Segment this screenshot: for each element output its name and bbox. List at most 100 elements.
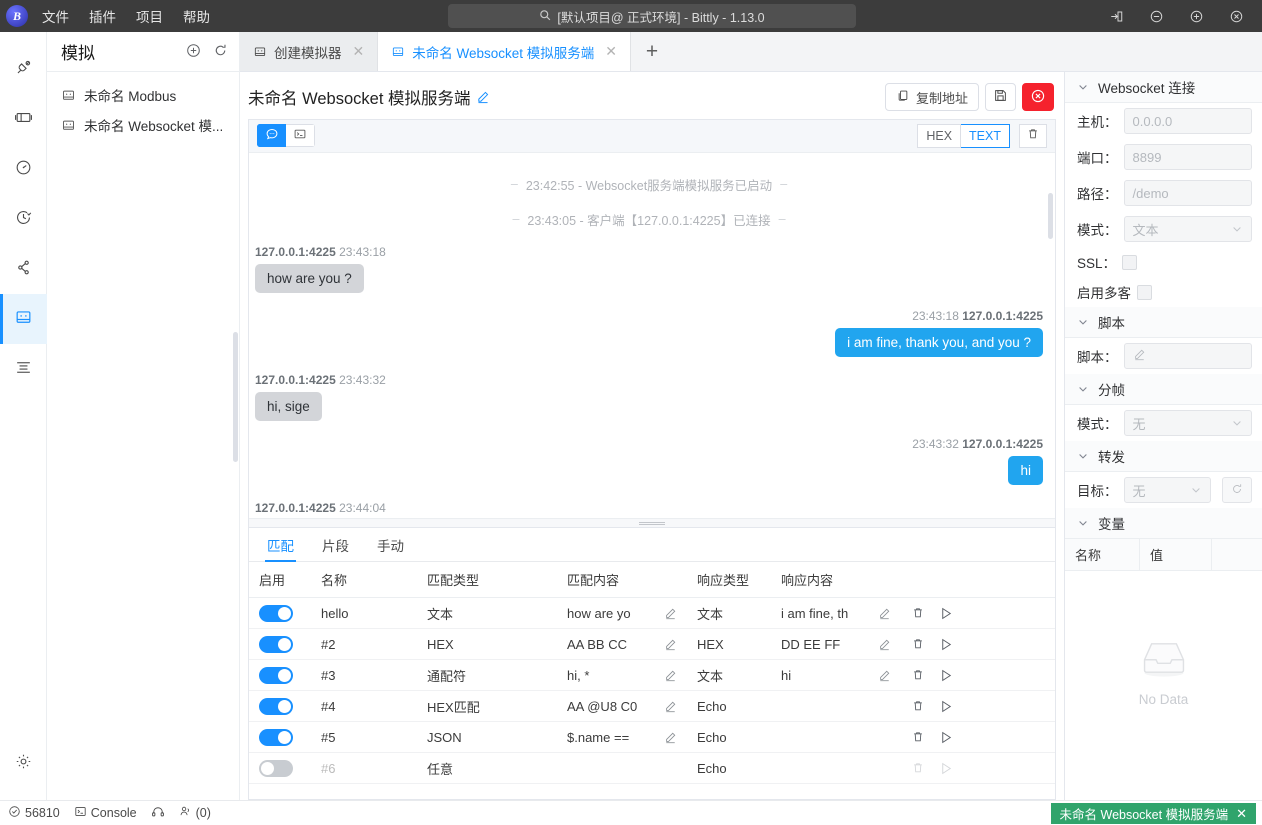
message-bubble[interactable]: how are you ? (255, 264, 364, 293)
cell-response-type[interactable]: 文本 (687, 598, 771, 629)
send-row-icon[interactable] (939, 606, 954, 621)
status-console[interactable]: Console (74, 805, 137, 821)
cell-match-content[interactable]: AA @U8 C0 (557, 691, 687, 722)
tab-create-simulator[interactable]: 创建模拟器 ✕ (240, 32, 378, 71)
table-row[interactable]: #5 JSON $.name == (249, 722, 1055, 753)
enable-toggle[interactable] (259, 760, 293, 777)
cell-response-content[interactable]: i am fine, th (771, 598, 901, 629)
status-online-users[interactable]: (0) (179, 805, 211, 821)
format-text-button[interactable]: TEXT (961, 124, 1010, 148)
cell-match-type[interactable]: 文本 (417, 598, 557, 629)
cell-name[interactable]: hello (311, 598, 417, 629)
cell-match-type[interactable]: 通配符 (417, 660, 557, 691)
mode-select[interactable]: 文本 (1124, 216, 1253, 242)
add-simulator-button[interactable] (185, 42, 202, 62)
panel-splitter[interactable] (249, 518, 1055, 527)
delete-row-icon[interactable] (911, 730, 925, 744)
rail-item-settings[interactable] (0, 738, 47, 788)
console-view-button[interactable] (286, 124, 315, 147)
section-framing[interactable]: 分帧 (1065, 374, 1262, 405)
message-bubble[interactable]: hi, sige (255, 392, 322, 421)
menu-project[interactable]: 项目 (136, 6, 163, 26)
enable-toggle[interactable] (259, 667, 293, 684)
cell-response-type[interactable]: HEX (687, 629, 771, 660)
cell-response-type[interactable]: Echo (687, 753, 771, 784)
cell-response-content[interactable] (771, 753, 901, 784)
enable-toggle[interactable] (259, 698, 293, 715)
tab-match[interactable]: 匹配 (253, 528, 308, 561)
framing-mode-select[interactable]: 无 (1124, 410, 1253, 436)
stop-server-button[interactable] (1022, 83, 1054, 111)
pencil-icon[interactable] (664, 731, 677, 744)
cell-match-content[interactable]: how are yo (557, 598, 687, 629)
messages-view-button[interactable] (257, 124, 286, 147)
status-pid[interactable]: 56810 (8, 805, 60, 821)
format-hex-button[interactable]: HEX (917, 124, 961, 148)
rail-item-flow[interactable] (0, 244, 47, 294)
pin-window-icon[interactable] (1096, 0, 1136, 32)
cell-match-content[interactable] (557, 753, 687, 784)
section-websocket-connection[interactable]: Websocket 连接 (1065, 72, 1262, 103)
enable-toggle[interactable] (259, 636, 293, 653)
pencil-icon[interactable] (664, 638, 677, 651)
pencil-icon[interactable] (664, 669, 677, 682)
pencil-icon[interactable] (878, 638, 891, 651)
menu-help[interactable]: 帮助 (183, 6, 210, 26)
close-icon[interactable]: ✕ (353, 43, 365, 60)
cell-name[interactable]: #5 (311, 722, 417, 753)
delete-row-icon[interactable] (911, 606, 925, 620)
close-icon[interactable] (1216, 0, 1256, 32)
cell-response-content[interactable]: DD EE FF (771, 629, 901, 660)
cell-response-type[interactable]: Echo (687, 722, 771, 753)
forward-target-select[interactable]: 无 (1124, 477, 1212, 503)
clear-messages-button[interactable] (1019, 124, 1047, 148)
rail-item-monitor[interactable] (0, 144, 47, 194)
cell-match-content[interactable]: hi, * (557, 660, 687, 691)
section-forward[interactable]: 转发 (1065, 441, 1262, 472)
enable-toggle[interactable] (259, 729, 293, 746)
close-icon[interactable]: ✕ (1236, 806, 1247, 822)
cell-response-type[interactable]: 文本 (687, 660, 771, 691)
rail-item-panel[interactable] (0, 94, 47, 144)
copy-address-button[interactable]: 复制地址 (885, 83, 979, 111)
table-row[interactable]: #6 任意 Echo (249, 753, 1055, 784)
message-bubble[interactable]: hi (1008, 456, 1043, 485)
table-row[interactable]: #4 HEX匹配 AA @U8 C0 (249, 691, 1055, 722)
tab-websocket-simulator[interactable]: 未命名 Websocket 模拟服务端 ✕ (378, 32, 631, 71)
rail-item-simulator[interactable] (0, 294, 47, 344)
pencil-icon[interactable] (664, 607, 677, 620)
refresh-simulators-button[interactable] (212, 42, 229, 62)
cell-name[interactable]: #3 (311, 660, 417, 691)
enable-toggle[interactable] (259, 605, 293, 622)
port-input[interactable]: 8899 (1124, 144, 1253, 170)
table-row[interactable]: #3 通配符 hi, * (249, 660, 1055, 691)
script-editor-button[interactable] (1124, 343, 1253, 369)
cell-name[interactable]: #4 (311, 691, 417, 722)
rail-item-logs[interactable] (0, 344, 47, 394)
pencil-icon[interactable] (878, 607, 891, 620)
cell-match-type[interactable]: 任意 (417, 753, 557, 784)
send-row-icon[interactable] (939, 637, 954, 652)
tab-manual[interactable]: 手动 (363, 528, 418, 561)
new-tab-button[interactable]: + (631, 32, 673, 71)
cell-response-content[interactable]: hi (771, 660, 901, 691)
cell-match-type[interactable]: JSON (417, 722, 557, 753)
delete-row-icon[interactable] (911, 668, 925, 682)
table-row[interactable]: #2 HEX AA BB CC (249, 629, 1055, 660)
title-search-bar[interactable]: [默认项目@ 正式环境] - Bittly - 1.13.0 (448, 4, 856, 28)
send-row-icon[interactable] (939, 730, 954, 745)
tab-fragment[interactable]: 片段 (308, 528, 363, 561)
rail-item-connect[interactable] (0, 44, 47, 94)
pencil-icon[interactable] (878, 669, 891, 682)
minimize-icon[interactable] (1136, 0, 1176, 32)
cell-response-content[interactable] (771, 691, 901, 722)
delete-row-icon[interactable] (911, 699, 925, 713)
list-item[interactable]: 未命名 Modbus (47, 80, 239, 110)
pencil-icon[interactable] (664, 700, 677, 713)
refresh-forward-targets-button[interactable] (1222, 477, 1252, 503)
sidebar-scrollbar[interactable] (233, 332, 238, 462)
messages-scrollbar[interactable] (1048, 193, 1053, 239)
ssl-checkbox[interactable] (1122, 255, 1137, 270)
table-row[interactable]: hello 文本 how are yo (249, 598, 1055, 629)
save-button[interactable] (985, 83, 1016, 111)
